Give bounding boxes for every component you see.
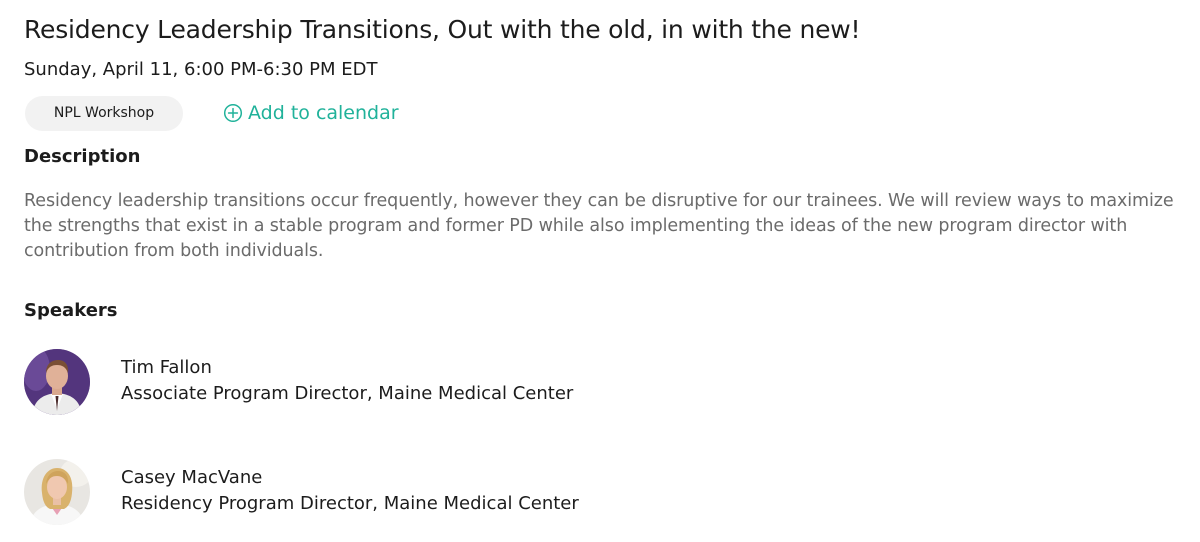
speakers-heading: Speakers — [24, 300, 118, 321]
speaker-role: Associate Program Director, Maine Medica… — [121, 383, 574, 404]
event-title: Residency Leadership Transitions, Out wi… — [24, 15, 861, 44]
speaker-role: Residency Program Director, Maine Medica… — [121, 493, 579, 514]
add-to-calendar-link[interactable]: Add to calendar — [223, 100, 399, 126]
speaker-name: Casey MacVane — [121, 467, 263, 488]
description-text: Residency leadership transitions occur f… — [24, 191, 1174, 261]
event-datetime: Sunday, April 11, 6:00 PM-6:30 PM EDT — [24, 59, 378, 80]
speaker-card[interactable]: Tim Fallon Associate Program Director, M… — [24, 349, 824, 415]
avatar — [24, 349, 90, 415]
event-tag-badge[interactable]: NPL Workshop — [25, 96, 183, 131]
description-heading: Description — [24, 146, 141, 167]
avatar — [24, 459, 90, 525]
plus-circle-icon — [223, 103, 248, 123]
speaker-name: Tim Fallon — [121, 357, 212, 378]
speaker-card[interactable]: Casey MacVane Residency Program Director… — [24, 459, 824, 525]
add-to-calendar-label: Add to calendar — [248, 102, 399, 124]
event-detail-page: Residency Leadership Transitions, Out wi… — [0, 0, 1200, 542]
